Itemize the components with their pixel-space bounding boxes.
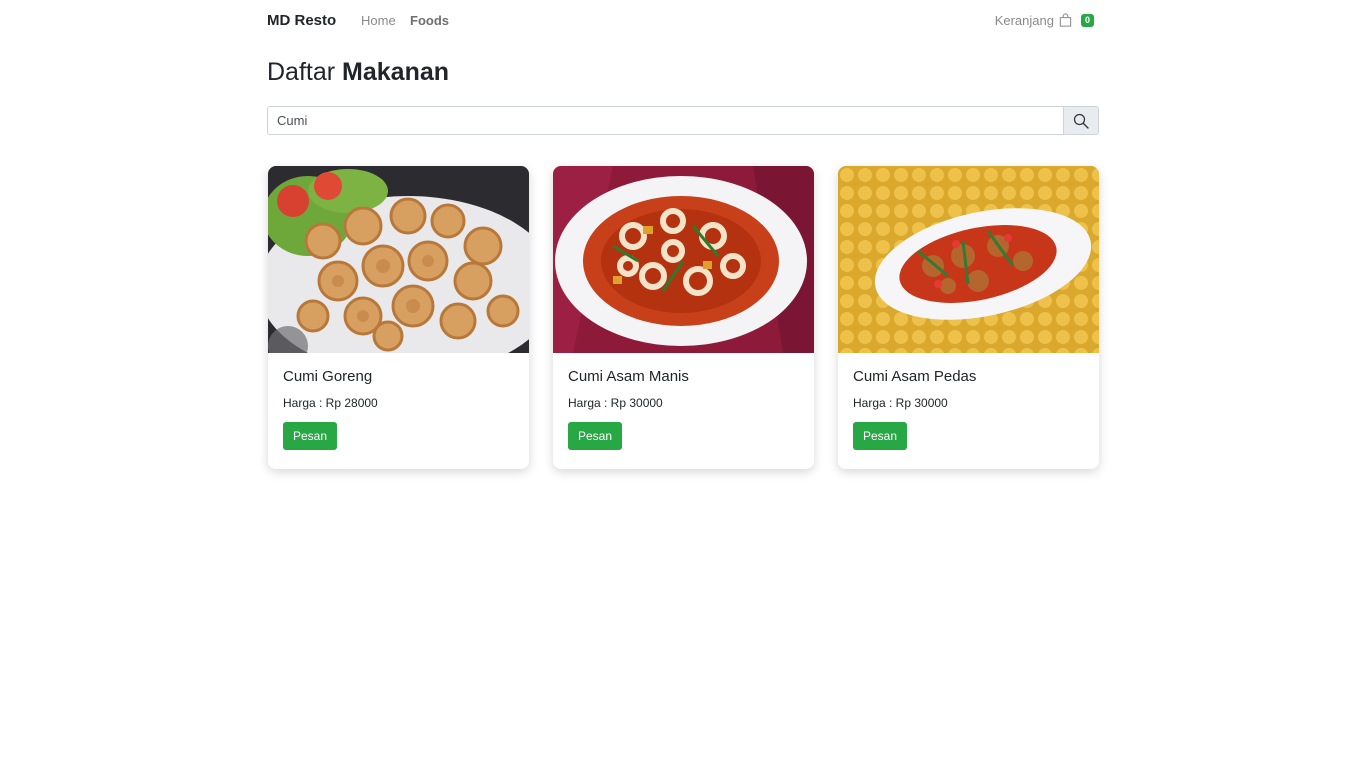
order-button[interactable]: Pesan [853, 422, 908, 450]
search-button[interactable] [1064, 106, 1099, 135]
order-button[interactable]: Pesan [568, 422, 623, 450]
page-title-light: Daftar [267, 58, 336, 86]
cart-link[interactable]: Keranjang 0 [995, 12, 1094, 28]
search-bar [267, 106, 1099, 135]
nav-link-home[interactable]: Home [361, 13, 396, 28]
food-card: Cumi Asam Manis Harga : Rp 30000 Pesan [553, 166, 814, 469]
food-name: Cumi Goreng [283, 368, 373, 385]
shopping-bag-icon [1059, 13, 1072, 27]
food-price: Harga : Rp 30000 [853, 396, 948, 410]
nav-link-foods[interactable]: Foods [410, 13, 449, 28]
navbar: MD Resto Home Foods Keranjang 0 [267, 0, 1099, 42]
food-price: Harga : Rp 30000 [568, 396, 663, 410]
food-price: Harga : Rp 28000 [283, 396, 378, 410]
page-title: Daftar Makanan [267, 58, 449, 87]
food-name: Cumi Asam Pedas [853, 368, 977, 385]
page-title-bold: Makanan [342, 58, 450, 86]
food-card: Cumi Goreng Harga : Rp 28000 Pesan [268, 166, 529, 469]
food-image [268, 166, 529, 353]
cart-count-badge: 0 [1080, 13, 1094, 27]
brand-logo[interactable]: MD Resto [267, 12, 336, 29]
food-name: Cumi Asam Manis [568, 368, 689, 385]
food-card: Cumi Asam Pedas Harga : Rp 30000 Pesan [838, 166, 1099, 469]
cart-label: Keranjang [994, 12, 1054, 28]
order-button[interactable]: Pesan [283, 422, 338, 450]
search-input[interactable] [267, 106, 1064, 135]
food-image [838, 166, 1099, 353]
food-image [553, 166, 814, 353]
search-icon [1073, 113, 1089, 129]
